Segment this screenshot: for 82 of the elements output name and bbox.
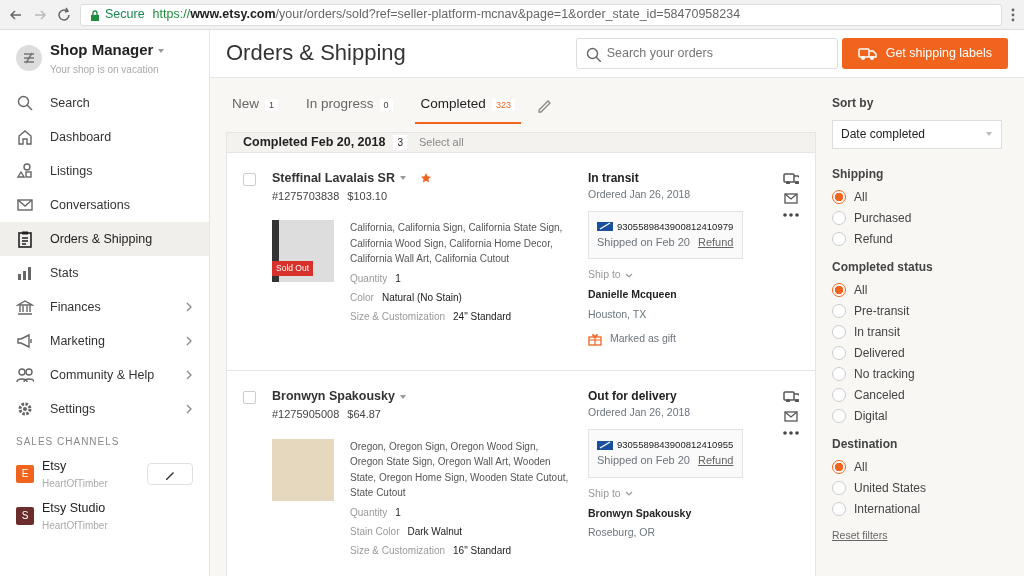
filter-heading: Shipping [832, 165, 885, 183]
tracking-number[interactable]: 9305589843900812410979 [617, 219, 734, 234]
shipped-date: Shipped on Feb 20 [597, 453, 690, 469]
gift-note: Marked as gift [610, 330, 676, 346]
filter-heading: Destination [832, 435, 899, 453]
sort-dropdown[interactable]: Date completed [832, 119, 1002, 149]
radio-option[interactable]: Digital [832, 405, 1002, 427]
channel-name[interactable]: Etsy [42, 457, 139, 476]
radio-option[interactable]: Pre-transit [832, 300, 1002, 322]
channel-name[interactable]: Etsy Studio [42, 498, 193, 518]
product-title[interactable]: Oregon, Oregon Sign, Oregon Wood Sign, Oregon State Sign, Oregon Wall Art, Wooden State, Oregon Home Sign, Wooden State Cutout, State Cutout [350, 438, 572, 501]
order-number[interactable]: #1275905008 [272, 406, 340, 423]
radio-option[interactable]: All [832, 186, 1002, 208]
channel-shop: HeartOfTimber [42, 476, 109, 491]
tracking-number[interactable]: 9305589843900812410955 [617, 438, 734, 453]
attribute-label: Color [350, 290, 374, 305]
section-heading: SALES CHANNELS [15, 435, 121, 449]
order-date: Ordered Jan 26, 2018 [588, 405, 692, 421]
shipped-date: Shipped on Feb 20 [597, 234, 690, 250]
order-number[interactable]: #1275703838 [272, 187, 340, 205]
address-bar[interactable]: Secure https://www.etsy.com/your/orders/sold?ref=seller-platform-mcnav&page=1&order_state_id=58470958234 [80, 3, 1002, 26]
attribute-label: Size & Customization [350, 309, 446, 324]
sidebar-item[interactable]: Marketing [0, 324, 209, 358]
url-text: https://www.etsy.com/your/orders/sold?ref=seller-platform-mcnav&page=1&order_state_id=58470958234 [152, 6, 741, 24]
attribute-label: Quantity [350, 505, 388, 520]
attribute-label: Stain Color [350, 524, 400, 539]
sidebar-item[interactable]: Community & Help [0, 358, 209, 392]
radio-option[interactable]: Purchased [832, 207, 1002, 229]
secure-label: Secure [105, 6, 145, 24]
radio-option[interactable]: Refund [832, 228, 1002, 250]
sort-label: Sort by [832, 94, 875, 112]
sidebar-item[interactable]: Orders & Shipping [0, 222, 209, 256]
refund-link[interactable]: Refund [697, 233, 734, 251]
tab[interactable]: New 1 [226, 85, 285, 125]
sidebar-item[interactable]: Conversations [0, 188, 209, 222]
radio-option[interactable]: International [832, 498, 1002, 520]
radio-option[interactable]: No tracking [832, 363, 1002, 385]
buyer-name[interactable]: Steffinal Lavalais SR [272, 168, 395, 188]
reset-filters-link[interactable]: Reset filters [832, 527, 888, 544]
radio-option[interactable]: Delivered [832, 342, 1002, 364]
radio-option[interactable]: Canceled [832, 384, 1002, 406]
search-field[interactable]: Search your orders [575, 37, 838, 69]
shipment-status: Out for delivery [588, 388, 678, 406]
tab[interactable]: In progress 0 [300, 85, 399, 125]
shipment-status: In transit [588, 169, 640, 187]
recipient-city: Roseburg, OR [588, 525, 657, 541]
sidebar-item[interactable]: Dashboard [0, 120, 209, 154]
shop-manager-title[interactable]: Shop Manager [50, 39, 154, 62]
radio-option[interactable]: United States [832, 477, 1002, 499]
product-title[interactable]: California, California Sign, California State Sign, California Wood Sign, California Home Decor, California Wall Art, California Cutout [350, 220, 572, 267]
sidebar-item[interactable]: Stats [0, 256, 209, 290]
attribute-value: Dark Walnut [407, 524, 463, 539]
channel-shop: HeartOfTimber [42, 518, 109, 533]
order-total: $64.87 [347, 407, 381, 423]
attribute-label: Size & Customization [350, 543, 446, 558]
order-total: $103.10 [347, 188, 388, 204]
recipient-name: Bronwyn Spakousky [588, 505, 693, 521]
recipient-city: Houston, TX [588, 306, 648, 322]
recipient-name: Danielle Mcqueen [588, 287, 678, 303]
tab[interactable]: Completed 323 [414, 85, 521, 125]
attribute-label: Quantity [350, 271, 388, 286]
refund-link[interactable]: Refund [697, 452, 734, 469]
attribute-value: Natural (No Stain) [381, 290, 462, 305]
sidebar-item[interactable]: Listings [0, 154, 209, 188]
filter-heading: Completed status [832, 258, 934, 276]
attribute-value: 1 [395, 271, 401, 286]
attribute-value: 24" Standard [453, 309, 512, 324]
channel-badge: S [16, 506, 34, 525]
sold-out-badge: Sold Out [272, 261, 314, 277]
buyer-name[interactable]: Bronwyn Spakousky [272, 387, 395, 407]
radio-option[interactable]: All [832, 279, 1002, 301]
channel-badge: E [16, 464, 34, 483]
sidebar-item[interactable]: Finances [0, 290, 209, 324]
attribute-value: 16" Standard [453, 543, 512, 558]
radio-option[interactable]: In transit [832, 321, 1002, 343]
attribute-value: 1 [395, 505, 401, 520]
page-title: Orders & Shipping [226, 40, 407, 67]
order-date: Ordered Jan 26, 2018 [588, 186, 692, 202]
vacation-status: Your shop is on vacation [50, 62, 160, 77]
sidebar-item[interactable]: Search [0, 86, 209, 120]
radio-option[interactable]: All [832, 456, 1002, 478]
sidebar-item[interactable]: Settings [0, 392, 209, 426]
